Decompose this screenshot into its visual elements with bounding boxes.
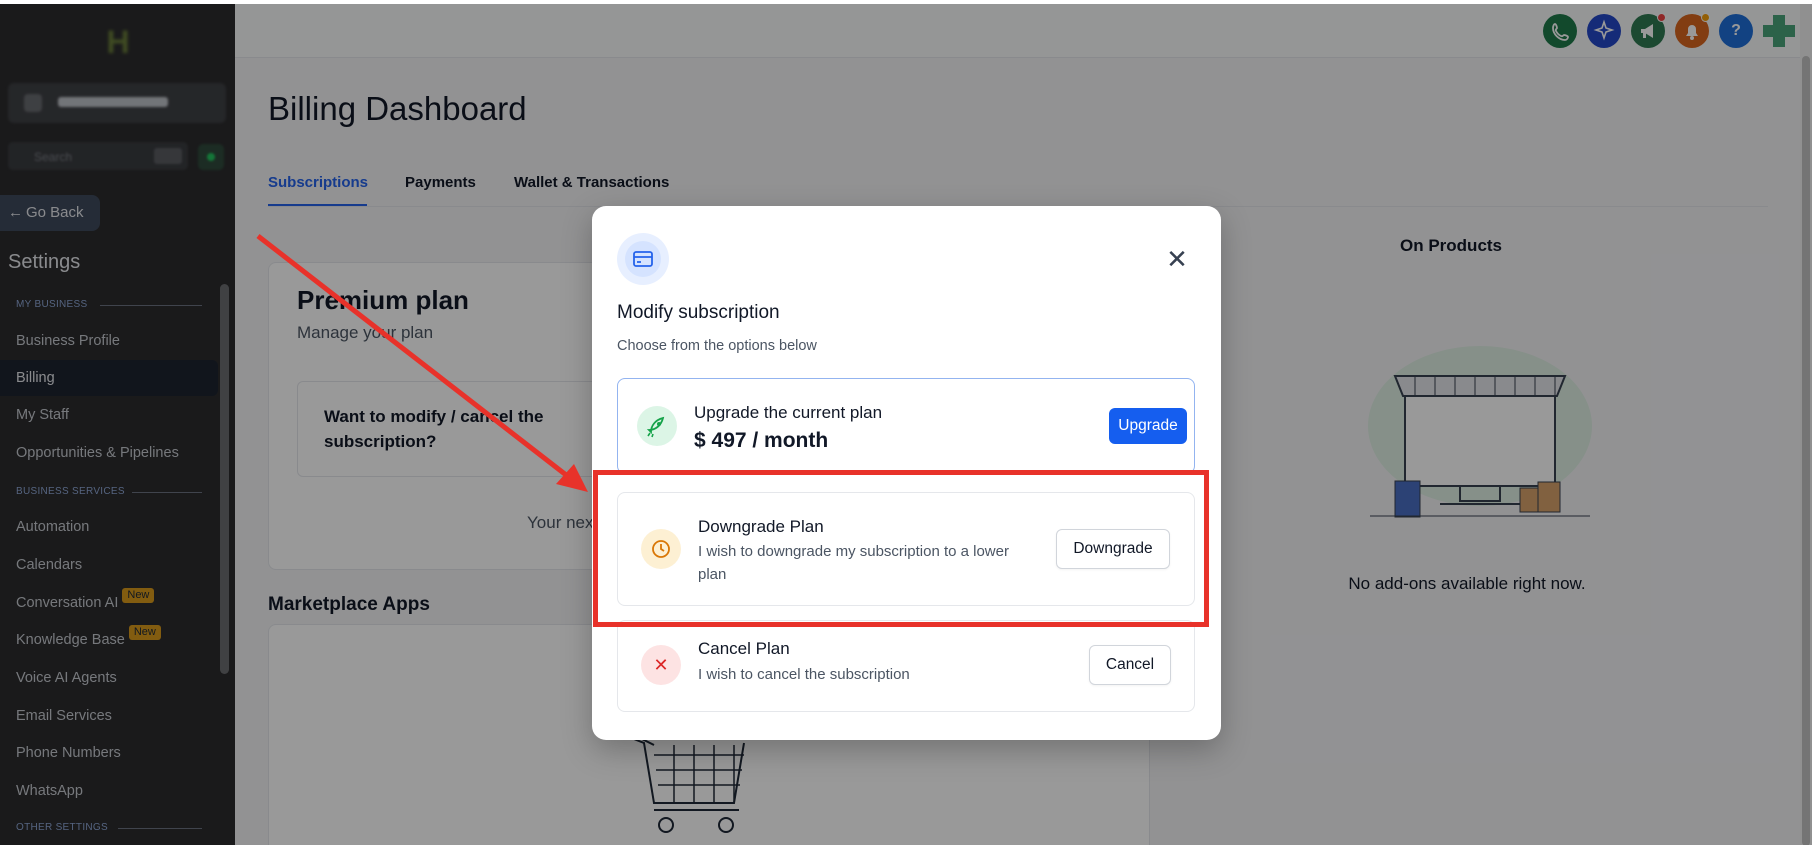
cancel-description: I wish to cancel the subscription (698, 666, 910, 683)
x-circle-icon: ✕ (641, 645, 681, 685)
modal-subtitle: Choose from the options below (617, 338, 817, 354)
cancel-title: Cancel Plan (698, 639, 790, 658)
upgrade-price: $ 497 / month (694, 429, 829, 452)
cancel-option: ✕ Cancel Plan I wish to cancel the subsc… (617, 620, 1195, 712)
upgrade-button[interactable]: Upgrade (1109, 408, 1187, 444)
modal-title: Modify subscription (617, 302, 780, 323)
highlight-box (593, 470, 1209, 627)
close-icon[interactable]: ✕ (1162, 244, 1192, 274)
rocket-icon (637, 406, 677, 446)
cancel-plan-button[interactable]: Cancel (1089, 645, 1171, 685)
upgrade-option: Upgrade the current plan $ 497 / month U… (617, 378, 1195, 474)
upgrade-title: Upgrade the current plan (694, 403, 883, 422)
credit-card-icon (617, 233, 669, 285)
